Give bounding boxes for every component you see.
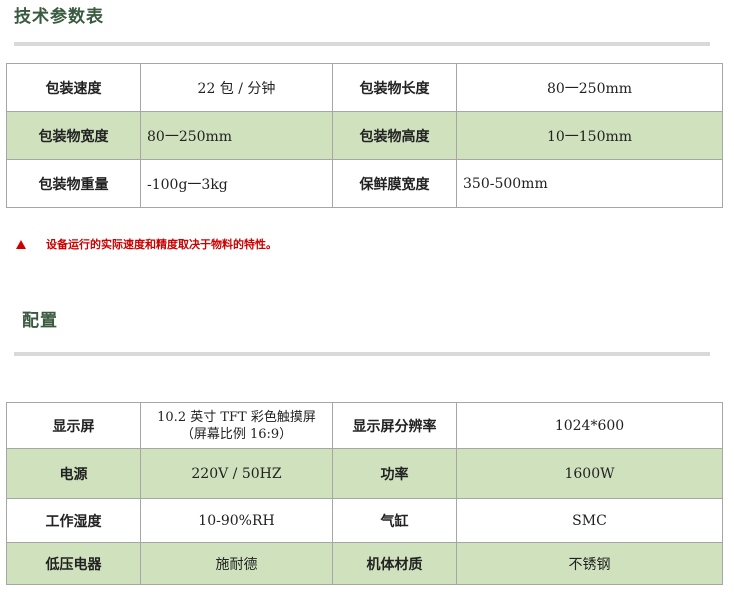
config-table: 显示屏 10.2 英寸 TFT 彩色触摸屏（屏幕比例 16:9） 显示屏分辨率 … [6,402,723,585]
config-value: 1024*600 [456,402,723,449]
config-label: 机体材质 [332,542,457,585]
config-label: 工作湿度 [6,498,141,543]
config-label: 显示屏分辨率 [332,402,457,449]
table-row: 包装物宽度 80一250mm 包装物高度 10一150mm [6,111,723,160]
section-title-specs: 技术参数表 [14,7,104,27]
spec-value: 80一250mm [456,63,723,112]
config-value: 10-90%RH [140,498,333,543]
spec-table: 包装速度 22 包 / 分钟 包装物长度 80一250mm 包装物宽度 80一2… [6,63,723,208]
spec-value: 350-500mm [456,159,723,208]
table-row: 包装速度 22 包 / 分钟 包装物长度 80一250mm [6,63,723,112]
config-value: 220V / 50HZ [140,448,333,499]
spec-label: 包装物长度 [332,63,457,112]
config-label: 显示屏 [6,402,141,449]
config-value: 10.2 英寸 TFT 彩色触摸屏（屏幕比例 16:9） [140,402,333,449]
section-divider [14,352,710,356]
config-label: 功率 [332,448,457,499]
spec-label: 包装速度 [6,63,141,112]
warning-triangle-icon [16,239,26,249]
table-row: 电源 220V / 50HZ 功率 1600W [6,448,723,499]
spec-label: 包装物高度 [332,111,457,160]
config-value: 施耐德 [140,542,333,585]
table-row: 包装物重量 -100g一3kg 保鲜膜宽度 350-500mm [6,159,723,208]
spec-value: 80一250mm [140,111,333,160]
spec-value: -100g一3kg [140,159,333,208]
config-value: SMC [456,498,723,543]
config-value: 1600W [456,448,723,499]
table-row: 低压电器 施耐德 机体材质 不锈钢 [6,542,723,585]
spec-value: 22 包 / 分钟 [140,63,333,112]
spec-value: 10一150mm [456,111,723,160]
table-row: 工作湿度 10-90%RH 气缸 SMC [6,498,723,543]
config-label: 电源 [6,448,141,499]
config-label: 低压电器 [6,542,141,585]
config-label: 气缸 [332,498,457,543]
table-row: 显示屏 10.2 英寸 TFT 彩色触摸屏（屏幕比例 16:9） 显示屏分辨率 … [6,402,723,449]
config-value: 不锈钢 [456,542,723,585]
performance-note: 设备运行的实际速度和精度取决于物料的特性。 [16,236,277,252]
spec-label: 包装物宽度 [6,111,141,160]
section-divider [14,42,710,46]
spec-label: 保鲜膜宽度 [332,159,457,208]
spec-label: 包装物重量 [6,159,141,208]
note-text: 设备运行的实际速度和精度取决于物料的特性。 [46,238,277,251]
section-title-config: 配置 [22,311,58,331]
